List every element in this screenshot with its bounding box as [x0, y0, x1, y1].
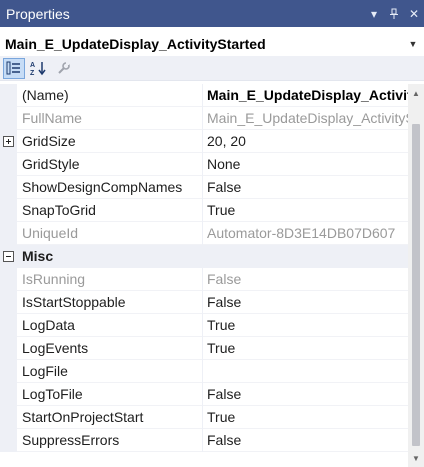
- row-gutter: [0, 359, 17, 383]
- property-row[interactable]: UniqueId Automator-8D3E14DB07D607: [0, 221, 408, 245]
- row-gutter: [0, 245, 17, 268]
- row-gutter: [0, 175, 17, 199]
- property-name: (Name): [22, 86, 69, 103]
- property-value[interactable]: True: [202, 198, 408, 222]
- categorized-icon: [6, 61, 20, 75]
- property-value[interactable]: False: [202, 290, 408, 314]
- object-selector-dropdown[interactable]: Main_E_UpdateDisplay_ActivityStarted ▼: [0, 33, 424, 55]
- property-row[interactable]: LogEvents True: [0, 336, 408, 360]
- property-row[interactable]: SnapToGrid True: [0, 198, 408, 222]
- row-gutter: [0, 313, 17, 337]
- property-name: StartOnProjectStart: [22, 408, 144, 425]
- properties-title-bar: Properties ▾ ✕: [0, 0, 424, 27]
- property-value[interactable]: [202, 359, 408, 383]
- categorized-button[interactable]: [3, 57, 25, 79]
- row-gutter: [0, 221, 17, 245]
- property-row[interactable]: StartOnProjectStart True: [0, 405, 408, 429]
- scroll-down-icon[interactable]: ▼: [408, 449, 424, 467]
- property-value: False: [202, 267, 408, 291]
- property-name: LogFile: [22, 362, 68, 379]
- property-value[interactable]: True: [202, 336, 408, 360]
- alphabetical-icon: A Z: [30, 62, 46, 76]
- property-value[interactable]: False: [202, 428, 408, 452]
- expand-icon[interactable]: [3, 135, 14, 147]
- property-row[interactable]: GridSize 20, 20: [0, 129, 408, 153]
- scroll-up-icon[interactable]: ▲: [408, 84, 424, 102]
- category-row[interactable]: Misc: [0, 245, 408, 268]
- row-gutter: [0, 405, 17, 429]
- selected-object-name: Main_E_UpdateDisplay_ActivityStarted: [5, 36, 266, 52]
- row-gutter: [0, 152, 17, 176]
- property-name: UniqueId: [22, 224, 79, 241]
- property-row[interactable]: FullName Main_E_UpdateDisplay_ActivitySta…: [0, 106, 408, 130]
- category-label: Misc: [22, 248, 54, 264]
- property-name: GridStyle: [22, 155, 80, 172]
- property-row[interactable]: SuppressErrors False: [0, 428, 408, 452]
- property-pages-button[interactable]: [53, 58, 75, 79]
- property-value[interactable]: True: [202, 405, 408, 429]
- alphabetical-button[interactable]: A Z: [28, 58, 50, 79]
- property-value[interactable]: Main_E_UpdateDisplay_ActivityStarted: [202, 83, 408, 107]
- property-name: SuppressErrors: [22, 431, 120, 448]
- row-gutter: [0, 267, 17, 291]
- svg-text:Z: Z: [30, 70, 35, 76]
- property-value[interactable]: True: [202, 313, 408, 337]
- property-row[interactable]: IsStartStoppable False: [0, 290, 408, 314]
- property-row[interactable]: (Name) Main_E_UpdateDisplay_ActivityStart…: [0, 83, 408, 107]
- property-name: IsRunning: [22, 270, 86, 287]
- property-row[interactable]: ShowDesignCompNames False: [0, 175, 408, 199]
- panel-title: Properties: [6, 5, 70, 22]
- properties-toolbar: A Z: [0, 56, 424, 81]
- property-row[interactable]: IsRunning False: [0, 267, 408, 291]
- property-name: LogData: [22, 316, 75, 333]
- vertical-scrollbar[interactable]: ▲ ▼: [408, 84, 424, 467]
- property-name: GridSize: [22, 132, 76, 149]
- property-name: ShowDesignCompNames: [22, 178, 183, 195]
- row-gutter: [0, 428, 17, 452]
- property-row[interactable]: LogFile: [0, 359, 408, 383]
- property-value[interactable]: False: [202, 382, 408, 406]
- close-icon[interactable]: ✕: [404, 0, 424, 27]
- property-name: IsStartStoppable: [22, 293, 126, 310]
- property-value: Main_E_UpdateDisplay_ActivityStarted: [202, 106, 408, 130]
- svg-text:A: A: [30, 62, 35, 69]
- row-gutter: [0, 336, 17, 360]
- wrench-icon: [58, 62, 70, 74]
- property-row[interactable]: GridStyle None: [0, 152, 408, 176]
- property-name: LogToFile: [22, 385, 83, 402]
- collapse-icon[interactable]: [3, 251, 14, 262]
- property-name: SnapToGrid: [22, 201, 96, 218]
- row-gutter: [0, 106, 17, 130]
- row-gutter: [0, 290, 17, 314]
- property-grid: (Name) Main_E_UpdateDisplay_ActivityStart…: [0, 83, 408, 452]
- scroll-thumb[interactable]: [412, 124, 420, 446]
- row-gutter: [0, 198, 17, 222]
- property-value[interactable]: False: [202, 175, 408, 199]
- property-name: FullName: [22, 109, 82, 126]
- property-value[interactable]: 20, 20: [202, 129, 408, 153]
- row-gutter: [0, 129, 17, 153]
- property-row[interactable]: LogToFile False: [0, 382, 408, 406]
- window-position-dropdown-icon[interactable]: ▾: [364, 0, 384, 27]
- property-value[interactable]: None: [202, 152, 408, 176]
- row-gutter: [0, 382, 17, 406]
- property-name: LogEvents: [22, 339, 89, 356]
- auto-hide-pin-icon[interactable]: [384, 0, 404, 27]
- property-value: Automator-8D3E14DB07D607: [202, 221, 408, 245]
- chevron-down-icon[interactable]: ▼: [402, 39, 424, 49]
- category-spacer: [202, 245, 408, 268]
- row-gutter: [0, 83, 17, 107]
- property-row[interactable]: LogData True: [0, 313, 408, 337]
